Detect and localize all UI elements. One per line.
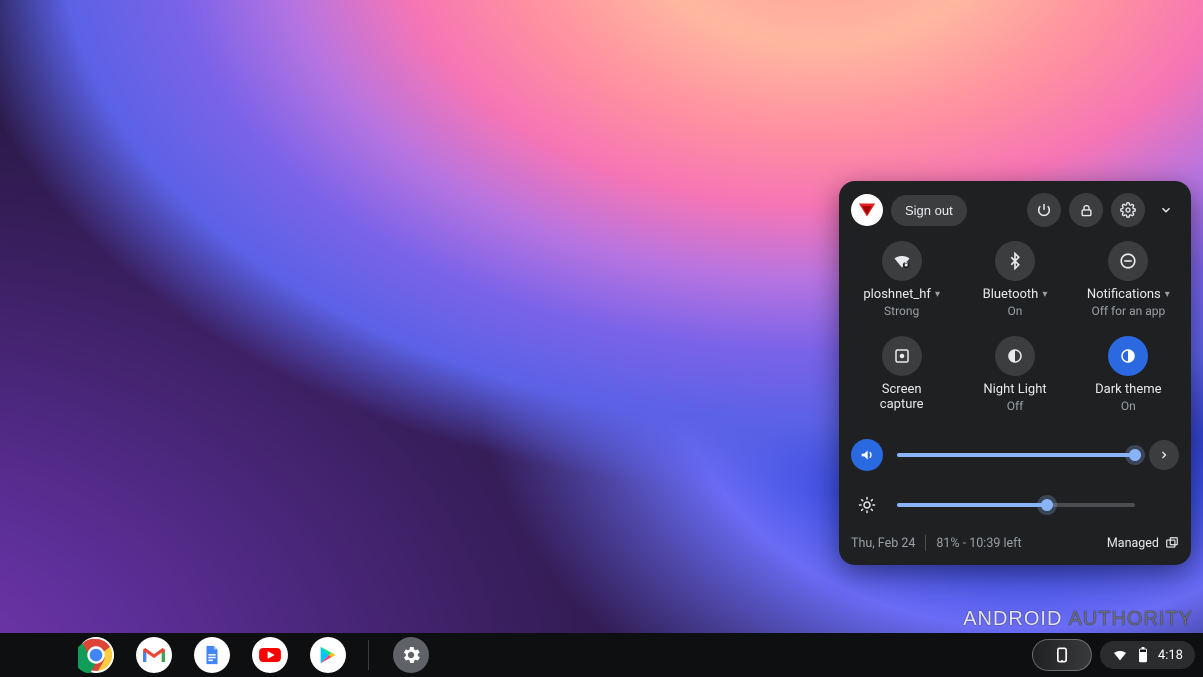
lock-button[interactable] bbox=[1069, 193, 1103, 227]
night-light-icon bbox=[995, 336, 1035, 376]
quick-settings-header: Sign out bbox=[839, 181, 1191, 233]
tile-sub: Strong bbox=[884, 304, 919, 318]
volume-row bbox=[839, 435, 1191, 475]
wifi-status-icon bbox=[1112, 647, 1128, 663]
shelf: 4:18 bbox=[0, 633, 1203, 677]
shelf-files-pill[interactable] bbox=[1032, 639, 1092, 671]
tile-sub: On bbox=[1121, 399, 1136, 413]
app-docs[interactable] bbox=[194, 637, 230, 673]
do-not-disturb-icon bbox=[1108, 241, 1148, 281]
brightness-slider-fill bbox=[897, 503, 1047, 507]
footer-date: Thu, Feb 24 bbox=[851, 536, 915, 551]
quick-settings-grid: ploshnet_hf▾ Strong Bluetooth▾ On Notifi… bbox=[839, 233, 1191, 417]
battery-status-icon bbox=[1138, 647, 1148, 663]
bluetooth-icon bbox=[995, 241, 1035, 281]
tile-notifications[interactable]: Notifications▾ Off for an app bbox=[1072, 241, 1185, 318]
shelf-right: 4:18 bbox=[1032, 639, 1195, 671]
managed-indicator[interactable]: Managed bbox=[1107, 536, 1179, 551]
dark-theme-icon bbox=[1108, 336, 1148, 376]
screen-capture-icon bbox=[882, 336, 922, 376]
quick-settings-panel: Sign out ploshnet_hf▾ Strong Bl bbox=[839, 181, 1191, 565]
tile-label: Dark theme bbox=[1095, 382, 1161, 397]
power-button[interactable] bbox=[1027, 193, 1061, 227]
volume-slider-thumb[interactable] bbox=[1129, 449, 1141, 461]
volume-icon[interactable] bbox=[851, 439, 883, 471]
avatar[interactable] bbox=[851, 194, 883, 226]
shelf-apps bbox=[78, 637, 429, 673]
footer-battery: 81% - 10:39 left bbox=[936, 536, 1021, 551]
tile-sub: Off for an app bbox=[1091, 304, 1165, 318]
sign-out-button[interactable]: Sign out bbox=[891, 195, 967, 226]
brightness-icon[interactable] bbox=[851, 489, 883, 521]
tile-night-light[interactable]: Night Light Off bbox=[958, 336, 1071, 413]
volume-slider[interactable] bbox=[897, 453, 1135, 457]
tile-label: Bluetooth▾ bbox=[983, 287, 1048, 302]
chevron-down-icon: ▾ bbox=[1042, 289, 1047, 300]
tile-label: Night Light bbox=[983, 382, 1046, 397]
tile-sub: Off bbox=[1007, 399, 1024, 413]
tile-dark-theme[interactable]: Dark theme On bbox=[1072, 336, 1185, 413]
wifi-icon bbox=[882, 241, 922, 281]
collapse-button[interactable] bbox=[1153, 197, 1179, 223]
settings-button[interactable] bbox=[1111, 193, 1145, 227]
brightness-row bbox=[839, 485, 1191, 525]
tile-label: Screen bbox=[882, 382, 922, 397]
status-tray[interactable]: 4:18 bbox=[1100, 641, 1195, 669]
brightness-slider-thumb[interactable] bbox=[1041, 499, 1053, 511]
app-youtube[interactable] bbox=[252, 637, 288, 673]
tile-label-2: capture bbox=[880, 397, 924, 412]
shelf-separator bbox=[368, 640, 369, 670]
app-settings[interactable] bbox=[393, 637, 429, 673]
brightness-slider[interactable] bbox=[897, 503, 1135, 507]
tile-sub: On bbox=[1008, 304, 1023, 318]
app-play-store[interactable] bbox=[310, 637, 346, 673]
app-gmail[interactable] bbox=[136, 637, 172, 673]
chevron-down-icon: ▾ bbox=[935, 289, 940, 300]
volume-slider-fill bbox=[897, 453, 1135, 457]
tile-label: Notifications▾ bbox=[1087, 287, 1170, 302]
quick-settings-footer: Thu, Feb 24 81% - 10:39 left Managed bbox=[839, 525, 1191, 557]
tile-wifi[interactable]: ploshnet_hf▾ Strong bbox=[845, 241, 958, 318]
managed-label: Managed bbox=[1107, 536, 1159, 551]
watermark: ANDROID AUTHORITY bbox=[963, 608, 1193, 631]
app-chrome[interactable] bbox=[78, 637, 114, 673]
managed-icon bbox=[1165, 536, 1179, 550]
audio-settings-button[interactable] bbox=[1149, 440, 1179, 470]
tile-label: ploshnet_hf▾ bbox=[863, 287, 940, 302]
tile-screen-capture[interactable]: Screen capture bbox=[845, 336, 958, 413]
chevron-down-icon: ▾ bbox=[1165, 289, 1170, 300]
tile-bluetooth[interactable]: Bluetooth▾ On bbox=[958, 241, 1071, 318]
status-time: 4:18 bbox=[1158, 648, 1183, 663]
